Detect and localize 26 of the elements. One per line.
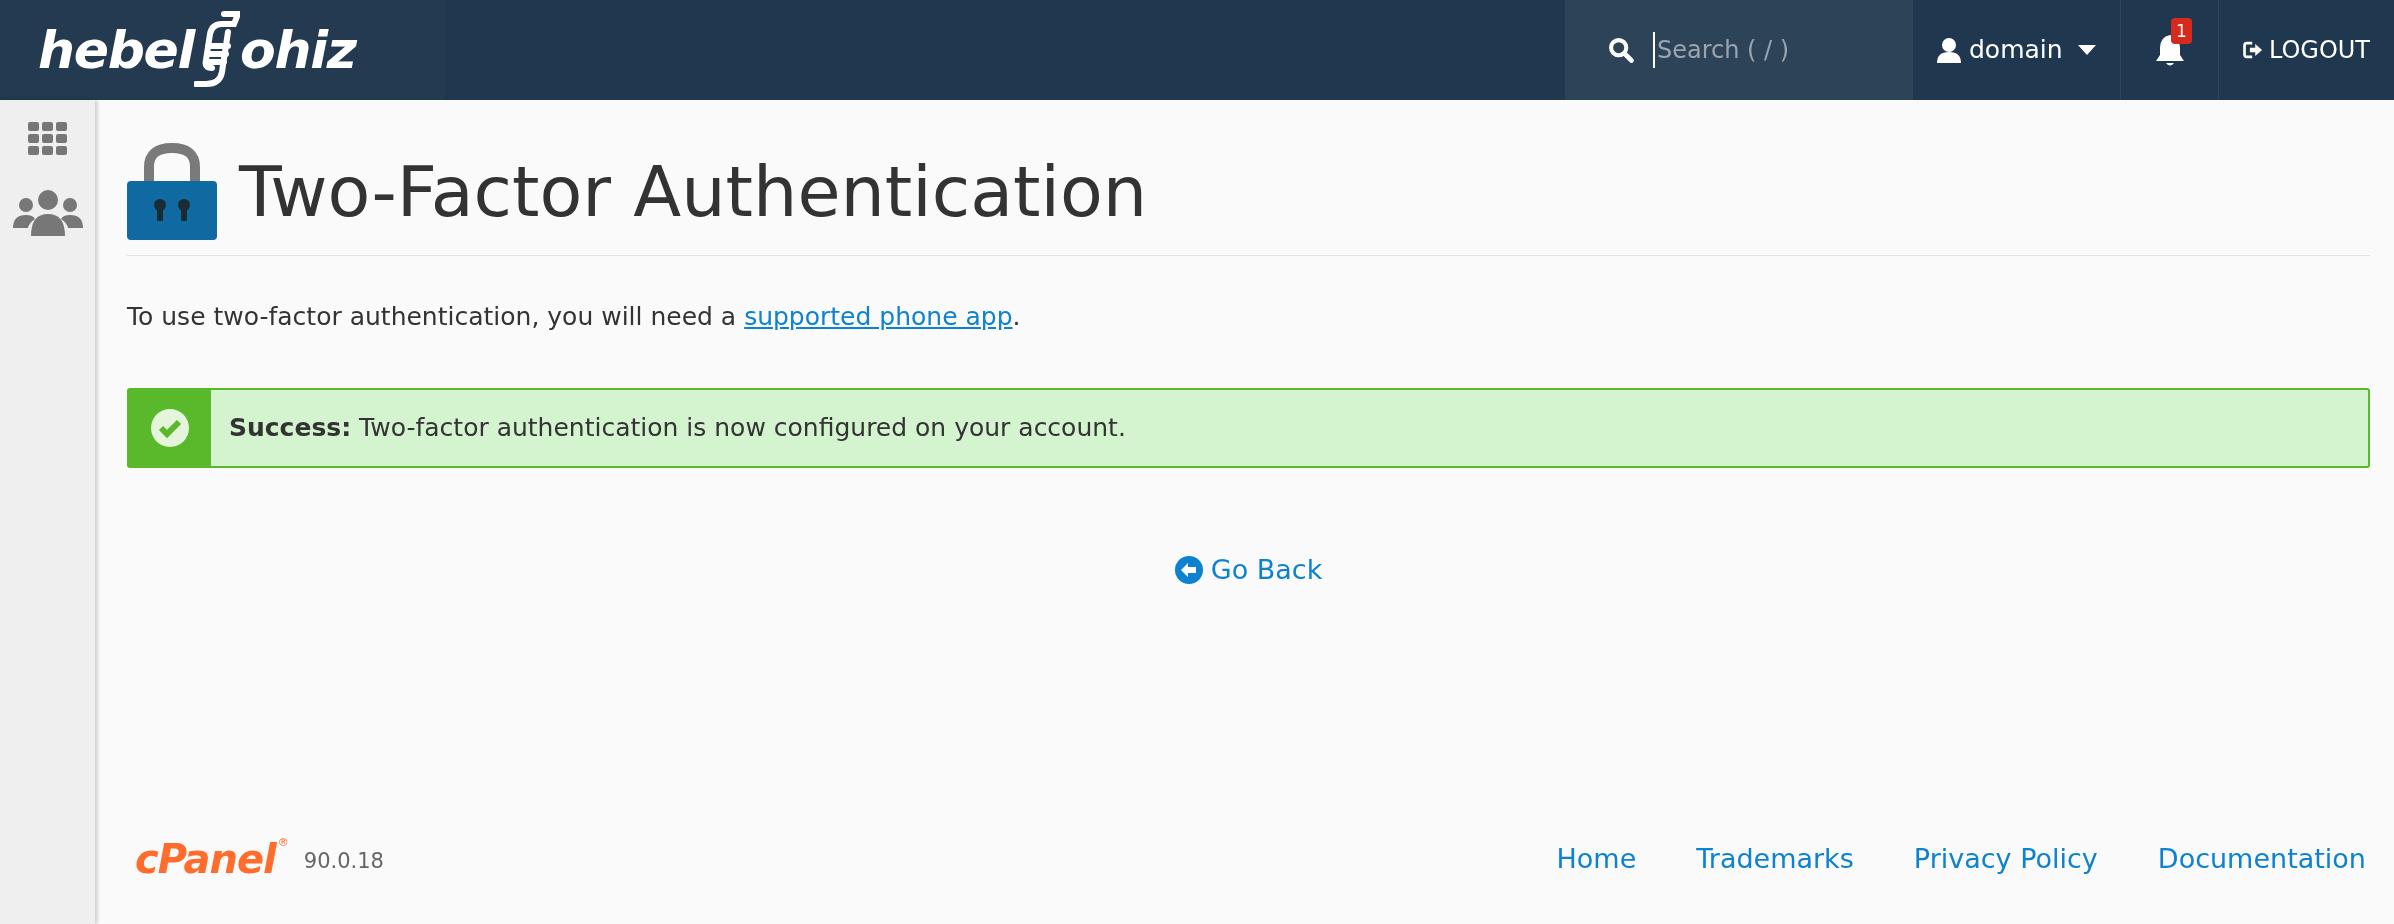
logo-text: hebel — [38, 19, 195, 82]
apps-grid-icon — [27, 122, 68, 156]
logo-mark-icon — [194, 10, 241, 90]
padlock-icon — [127, 143, 217, 240]
caret-icon — [2078, 45, 2096, 55]
notification-badge: 1 — [2171, 18, 2192, 44]
footer-link[interactable]: Documentation — [2157, 838, 2366, 880]
page-title: Two-Factor Authentication — [239, 156, 1148, 227]
logout-button[interactable]: LOGOUT — [2218, 0, 2394, 100]
go-back-link[interactable]: Go Back — [1174, 549, 1323, 590]
user-menu[interactable]: domain — [1912, 0, 2120, 100]
users-icon — [12, 190, 83, 236]
logo-text: ohiz — [240, 19, 356, 82]
footer-link[interactable]: Trademarks — [1696, 838, 1854, 880]
alert-message: Success: Two-factor authentication is now configured on your account. — [229, 411, 1126, 444]
footer-link[interactable]: Privacy Policy — [1913, 838, 2098, 880]
cpanel-logo: cPanel® — [135, 839, 288, 879]
notifications-button[interactable]: 1 — [2120, 0, 2218, 100]
search-icon — [1607, 36, 1635, 64]
supported-app-link[interactable]: supported phone app — [744, 302, 1013, 331]
footer-link[interactable]: Home — [1556, 838, 1637, 880]
search-field[interactable]: Search ( / ) — [1653, 32, 1873, 68]
intro-text: To use two-factor authentication, you will need a supported phone app. — [127, 301, 1022, 333]
check-circle-icon — [151, 408, 189, 447]
user-icon — [1937, 37, 1961, 63]
version-text: 90.0.18 — [303, 848, 384, 876]
